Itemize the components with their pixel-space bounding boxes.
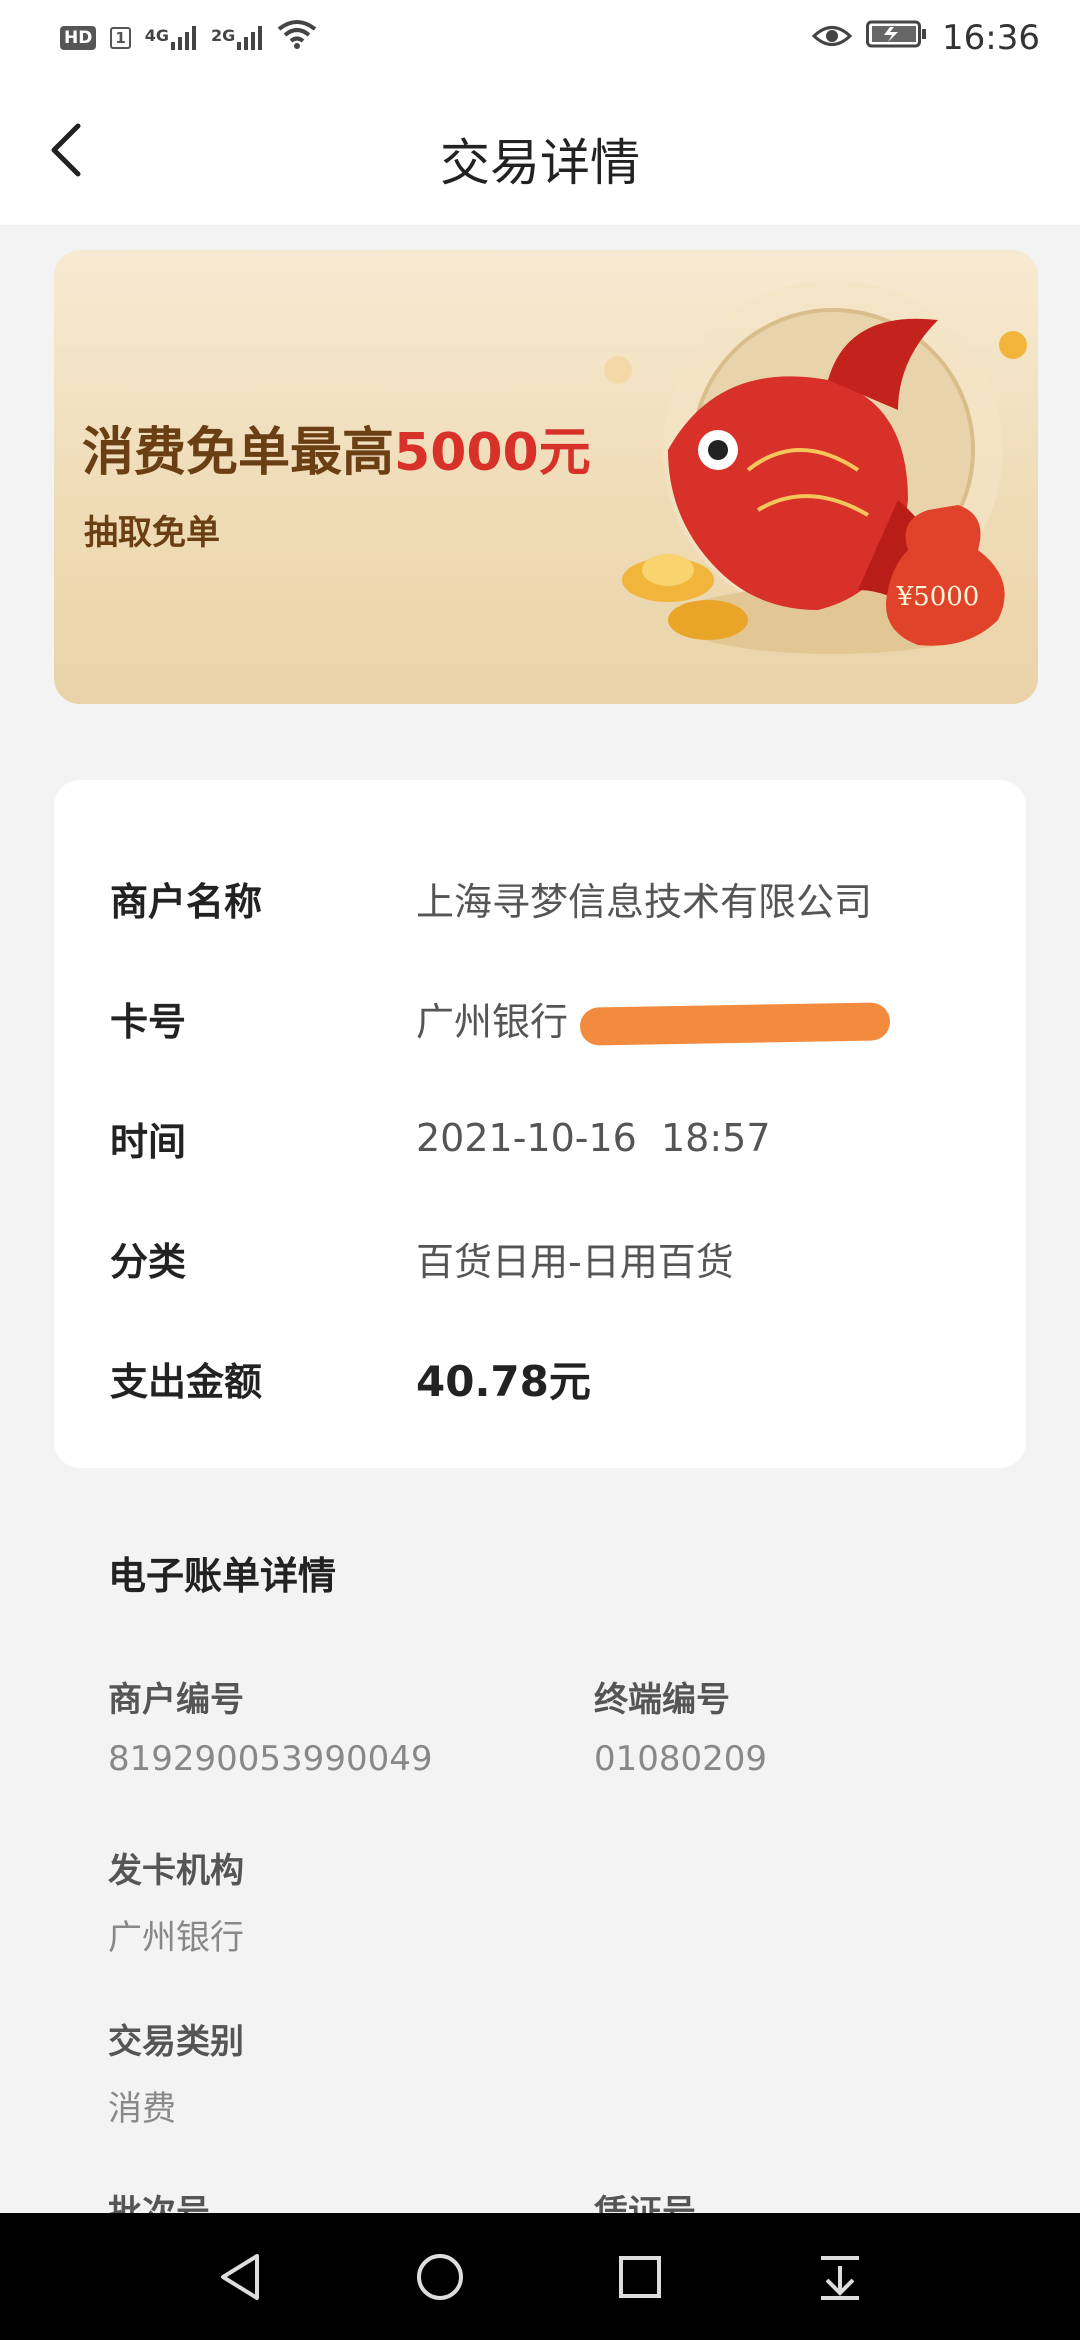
status-time: 16:36 xyxy=(942,17,1040,58)
card-label: 卡号 xyxy=(110,999,187,1044)
eye-icon xyxy=(811,18,853,58)
issuer-value: 广州银行 xyxy=(108,1918,244,1958)
banner-subtitle: 抽取免单 xyxy=(84,513,220,553)
signal-4g-icon: 4G xyxy=(144,25,197,50)
koi-fish-illustration: ¥5000 xyxy=(604,280,1027,654)
status-left: HD 1 4G 2G xyxy=(60,18,317,58)
terminal-id-value: 01080209 xyxy=(594,1739,768,1779)
net-4g-label: 4G xyxy=(144,25,170,45)
terminal-id-field: 终端编号 01080209 xyxy=(594,1672,767,1779)
issuer-field: 发卡机构 广州银行 xyxy=(108,1843,244,1959)
transaction-type-label: 交易类别 xyxy=(108,2022,244,2062)
ebill-section-title: 电子账单详情 xyxy=(108,1554,337,1598)
card-value: 广州银行 xyxy=(416,991,891,1046)
transaction-type-field: 交易类别 消费 xyxy=(108,2014,244,2130)
triangle-back-icon xyxy=(221,2253,259,2300)
category-value: 百货日用-日用百货 xyxy=(416,1239,734,1284)
bag-amount-text: ¥5000 xyxy=(896,582,980,612)
merchant-id-value: 819290053990049 xyxy=(108,1739,433,1779)
nav-back-button[interactable] xyxy=(210,2247,270,2307)
amount-value: 40.78元 xyxy=(416,1356,591,1406)
pull-down-icon xyxy=(821,2255,859,2300)
merchant-value: 上海寻梦信息技术有限公司 xyxy=(416,879,873,924)
page-title: 交易详情 xyxy=(440,134,640,192)
info-row-time: 时间 2021-10-16 18:57 xyxy=(110,1108,990,1168)
system-nav-bar xyxy=(0,2213,1080,2340)
battery-icon xyxy=(866,18,928,58)
category-label: 分类 xyxy=(110,1239,187,1284)
merchant-label: 商户名称 xyxy=(110,879,263,924)
info-row-category: 分类 百货日用-日用百货 xyxy=(110,1228,990,1288)
banner-title: 消费免单最高5000元 xyxy=(82,410,591,485)
banner-title-main: 消费免单最高 xyxy=(82,423,395,483)
transaction-info-card: 商户名称 上海寻梦信息技术有限公司 卡号 广州银行 时间 2021-10-16 … xyxy=(54,780,1026,1468)
terminal-id-label: 终端编号 xyxy=(594,1680,730,1720)
issuer-label: 发卡机构 xyxy=(108,1851,244,1891)
info-row-amount: 支出金额 40.78元 xyxy=(110,1348,990,1408)
circle-home-icon xyxy=(417,2253,463,2300)
time-value: 2021-10-16 18:57 xyxy=(416,1116,771,1160)
sim-badge: 1 xyxy=(110,26,131,49)
square-recents-icon xyxy=(619,2255,661,2298)
merchant-id-label: 商户编号 xyxy=(108,1680,244,1720)
info-row-merchant: 商户名称 上海寻梦信息技术有限公司 xyxy=(110,868,990,928)
promo-banner[interactable]: 消费免单最高5000元 抽取免单 ¥5000 xyxy=(54,250,1038,704)
merchant-id-field: 商户编号 819290053990049 xyxy=(108,1672,432,1779)
banner-title-highlight: 5000元 xyxy=(394,423,591,483)
amount-label: 支出金额 xyxy=(110,1359,263,1404)
transaction-type-value: 消费 xyxy=(108,2089,176,2129)
app-header: 交易详情 xyxy=(0,75,1080,225)
nav-recents-button[interactable] xyxy=(610,2247,670,2307)
redaction-mark xyxy=(579,1002,891,1046)
status-bar: HD 1 4G 2G 16:36 xyxy=(0,0,1080,75)
net-2g-label: 2G xyxy=(211,25,236,45)
hd-badge: HD xyxy=(60,25,97,50)
nav-home-button[interactable] xyxy=(410,2247,470,2307)
info-row-card: 卡号 广州银行 xyxy=(110,988,990,1048)
status-right: 16:36 xyxy=(811,17,1040,58)
wifi-icon xyxy=(277,18,317,58)
nav-notifications-button[interactable] xyxy=(810,2247,870,2307)
signal-2g-icon: 2G xyxy=(211,25,263,50)
card-bank-name: 广州银行 xyxy=(416,999,569,1044)
time-label: 时间 xyxy=(110,1119,187,1164)
